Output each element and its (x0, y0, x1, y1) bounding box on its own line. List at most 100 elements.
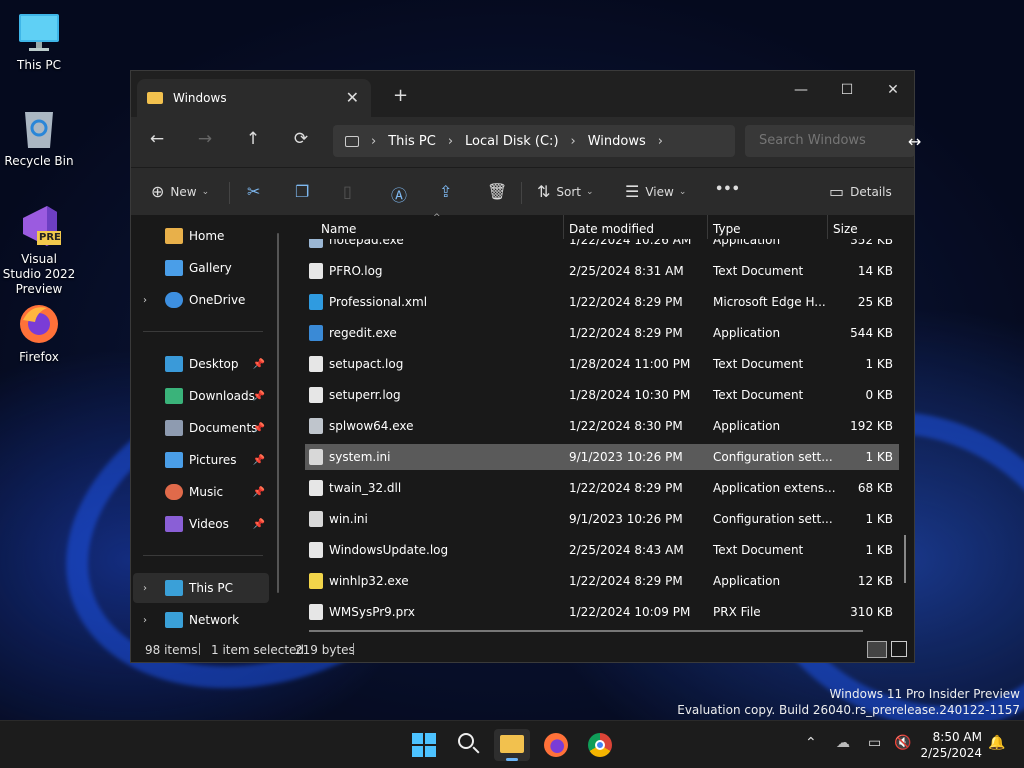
tiles-view-icon[interactable] (891, 641, 907, 657)
rename-button[interactable]: Ⓐ (391, 182, 413, 206)
sidebar-item-label: Gallery (189, 261, 232, 275)
column-type[interactable]: Type (713, 222, 741, 236)
sidebar-item-gallery[interactable]: Gallery (133, 253, 269, 283)
clock[interactable]: 8:50 AM 2/25/2024 (920, 729, 982, 761)
sidebar-item-home[interactable]: Home (133, 221, 269, 251)
taskbar-file-explorer[interactable] (494, 729, 530, 761)
delete-button[interactable]: 🗑 (487, 182, 513, 201)
desktop-icon-visual-studio[interactable]: PRE Visual Studio 2022 Preview (2, 204, 76, 297)
cut-button[interactable]: ✂ (247, 182, 266, 201)
tab-close-icon[interactable]: ✕ (346, 88, 359, 107)
notification-bell-icon[interactable]: 🔔 (988, 735, 1005, 751)
breadcrumb-this-pc[interactable]: This PC (388, 134, 436, 149)
expand-chevron-icon[interactable]: › (143, 583, 157, 594)
column-size[interactable]: Size (833, 222, 858, 236)
taskbar-chrome[interactable] (582, 729, 618, 761)
details-button[interactable]: ▭ Details (829, 182, 892, 201)
sidebar-item-desktop[interactable]: Desktop 📌 (133, 349, 269, 379)
paste-icon: ▯ (343, 182, 352, 201)
details-label: Details (850, 184, 892, 199)
file-row[interactable]: winhlp32.exe 1/22/2024 8:29 PM Application… (305, 568, 899, 594)
folder-icon (500, 735, 524, 753)
desktop-icon-recycle-bin[interactable]: Recycle Bin (2, 106, 76, 169)
more-options-button[interactable]: ••• (715, 182, 740, 197)
vertical-scrollbar[interactable] (904, 535, 906, 583)
up-button[interactable]: ↑ (240, 129, 266, 149)
close-button[interactable]: ✕ (870, 75, 916, 105)
desktop-icon-label: This PC (17, 58, 61, 72)
sidebar-item-downloads[interactable]: Downloads 📌 (133, 381, 269, 411)
sidebar-scrollbar[interactable] (277, 233, 279, 593)
new-tab-button[interactable]: + (393, 85, 408, 106)
search-button[interactable] (450, 729, 486, 761)
search-input[interactable] (745, 125, 915, 157)
expand-chevron-icon[interactable]: › (143, 295, 157, 306)
volume-muted-icon[interactable]: 🔇 (894, 735, 911, 751)
sidebar-item-music[interactable]: Music 📌 (133, 477, 269, 507)
file-name: twain_32.dll (329, 481, 402, 495)
file-name: splwow64.exe (329, 419, 414, 433)
refresh-button[interactable]: ⟳ (288, 129, 314, 149)
file-size: 25 KB (857, 295, 893, 309)
back-button[interactable]: ← (144, 129, 170, 149)
sidebar-item-network[interactable]: › Network (133, 605, 269, 635)
network-icon[interactable]: ▭ (868, 735, 881, 751)
address-bar[interactable]: › This PC › Local Disk (C:) › Windows › (333, 125, 735, 157)
file-type: Configuration sett... (713, 450, 833, 464)
file-date: 2/25/2024 8:43 AM (569, 543, 684, 557)
minimize-button[interactable]: — (778, 75, 824, 105)
taskbar-firefox[interactable] (538, 729, 574, 761)
sidebar-item-label: This PC (189, 581, 233, 595)
file-row[interactable]: regedit.exe 1/22/2024 8:29 PM Application 5… (305, 320, 899, 346)
file-row[interactable]: WMSysPr9.prx 1/22/2024 10:09 PM PRX File 31… (305, 599, 899, 625)
watermark-line-2: Evaluation copy. Build 26040.rs_prerelea… (677, 703, 1020, 717)
column-date-modified[interactable]: Date modified (569, 222, 654, 236)
show-hidden-icons-chevron-icon[interactable]: ⌃ (805, 735, 817, 751)
file-row[interactable]: PFRO.log 2/25/2024 8:31 AM Text Document 14… (305, 258, 899, 284)
file-date: 1/22/2024 8:29 PM (569, 574, 683, 588)
copy-button[interactable]: ❐ (295, 182, 315, 201)
download-icon (165, 388, 183, 404)
sidebar-item-label: Videos (189, 517, 229, 531)
sidebar-item-pictures[interactable]: Pictures 📌 (133, 445, 269, 475)
file-row[interactable]: splwow64.exe 1/22/2024 8:30 PM Application… (305, 413, 899, 439)
horizontal-scrollbar[interactable] (309, 630, 863, 632)
evaluation-watermark: Windows 11 Pro Insider Preview Evaluatio… (677, 686, 1020, 718)
file-row[interactable]: WindowsUpdate.log 2/25/2024 8:43 AM Text D… (305, 537, 899, 563)
sidebar-item-videos[interactable]: Videos 📌 (133, 509, 269, 539)
tab-windows[interactable]: Windows ✕ (137, 79, 371, 117)
sidebar-item-onedrive[interactable]: › OneDrive (133, 285, 269, 315)
chrome-icon-center (595, 740, 605, 750)
file-row[interactable]: Professional.xml 1/22/2024 8:29 PM Microso… (305, 289, 899, 315)
start-button[interactable] (406, 729, 442, 761)
sidebar-item-this-pc[interactable]: › This PC (133, 573, 269, 603)
trash-icon: 🗑 (487, 182, 508, 201)
file-row[interactable]: twain_32.dll 1/22/2024 8:29 PM Application… (305, 475, 899, 501)
breadcrumb-local-disk[interactable]: Local Disk (C:) (465, 134, 558, 149)
file-row[interactable]: win.ini 9/1/2023 10:26 PM Configuration se… (305, 506, 899, 532)
forward-button[interactable]: → (192, 129, 218, 149)
file-type: PRX File (713, 605, 761, 619)
desktop-icon-this-pc[interactable]: This PC (2, 10, 76, 73)
file-row[interactable]: system.ini 9/1/2023 10:26 PM Configuration… (305, 444, 899, 470)
file-row[interactable]: setupact.log 1/28/2024 11:00 PM Text Docum… (305, 351, 899, 377)
breadcrumb-windows[interactable]: Windows (588, 134, 646, 149)
share-button[interactable]: ⇪ (439, 182, 458, 201)
plus-circle-icon: ⊕ (151, 182, 165, 201)
expand-chevron-icon[interactable]: › (143, 615, 157, 626)
paste-button[interactable]: ▯ (343, 182, 358, 201)
new-button[interactable]: ⊕ New ⌄ (151, 182, 209, 201)
column-name[interactable]: Name (321, 222, 356, 236)
sidebar-item-documents[interactable]: Documents 📌 (133, 413, 269, 443)
file-row[interactable]: setuperr.log 1/28/2024 10:30 PM Text Docum… (305, 382, 899, 408)
view-button[interactable]: ☰ View ⌄ (625, 182, 686, 201)
active-indicator (506, 758, 518, 761)
maximize-button[interactable]: ☐ (824, 75, 870, 105)
file-type: Application (713, 574, 781, 588)
chevron-right-icon: › (657, 133, 663, 149)
onedrive-offline-icon[interactable]: ☁ (836, 735, 850, 751)
file-row[interactable]: notepad.exe 1/22/2024 10:26 AM Application… (305, 239, 899, 253)
details-view-icon[interactable] (867, 641, 887, 658)
sort-button[interactable]: ⇅ Sort ⌄ (537, 182, 594, 201)
desktop-icon-firefox[interactable]: Firefox (2, 302, 76, 365)
